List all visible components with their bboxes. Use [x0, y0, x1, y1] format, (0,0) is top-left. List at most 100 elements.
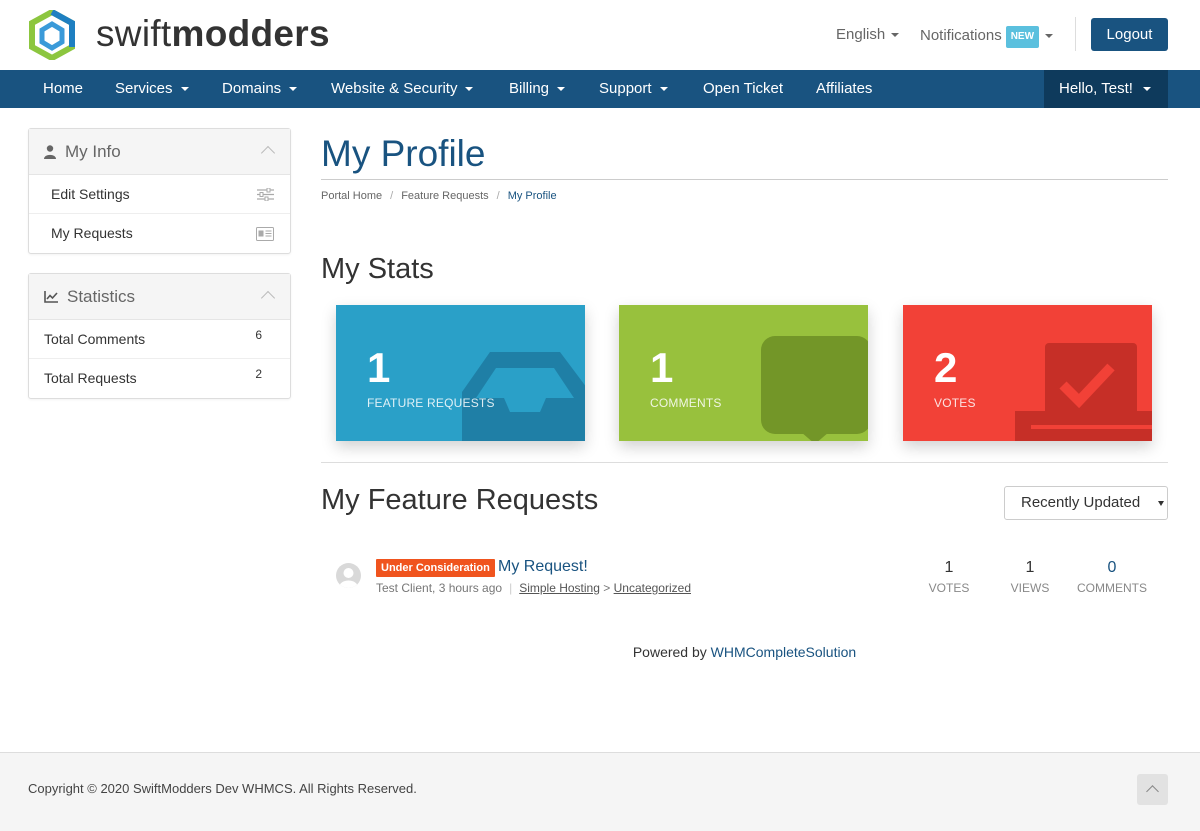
- request-meta: Test Client, 3 hours ago | Simple Hosting …: [376, 581, 691, 595]
- stats-heading: My Stats: [321, 253, 434, 285]
- status-badge: Under Consideration: [376, 559, 495, 577]
- notifications-dropdown[interactable]: Notifications NEW: [920, 26, 1054, 48]
- site-header: swiftmodders English Notifications NEW Lo…: [0, 0, 1200, 70]
- account-greeting: Hello, Test!: [1059, 80, 1133, 97]
- nav-label: Billing: [509, 80, 550, 97]
- votes-count: 1: [944, 559, 954, 576]
- breadcrumb-current: My Profile: [507, 190, 557, 202]
- id-card-icon: [256, 227, 274, 241]
- stat-label: FEATURE REQUESTS: [367, 396, 495, 410]
- chevron-up-icon: [1146, 785, 1159, 798]
- views-metric: 1 VIEWS: [990, 559, 1070, 596]
- chevron-up-icon[interactable]: [260, 145, 276, 161]
- nav-label: Home: [43, 80, 84, 97]
- brand-bold: modders: [171, 13, 330, 54]
- category-parent-link[interactable]: Simple Hosting: [519, 581, 600, 595]
- views-count: 1: [1025, 559, 1035, 576]
- sidebar-item-my-requests[interactable]: My Requests: [29, 214, 290, 253]
- breadcrumb-portal-home[interactable]: Portal Home: [321, 190, 382, 202]
- back-to-top-button[interactable]: [1137, 774, 1168, 805]
- panel-title: Statistics: [67, 287, 136, 306]
- votes-label: VOTES: [928, 581, 970, 595]
- stat-card-feature-requests[interactable]: 1 FEATURE REQUESTS: [336, 305, 585, 441]
- site-footer: Copyright © 2020 SwiftModders Dev WHMCS.…: [0, 752, 1200, 831]
- whmcs-link[interactable]: WHMCompleteSolution: [711, 644, 857, 660]
- nav-services[interactable]: Services: [115, 70, 189, 108]
- account-menu[interactable]: Hello, Test!: [1044, 70, 1168, 108]
- vote-check-icon: [1015, 343, 1152, 441]
- my-info-panel: My Info Edit Settings My Requests: [28, 128, 291, 254]
- title-divider: [321, 179, 1168, 180]
- caret-down-icon: [659, 87, 668, 92]
- nav-domains[interactable]: Domains: [222, 70, 298, 108]
- nav-affiliates[interactable]: Affiliates: [816, 70, 872, 108]
- votes-metric: 1 VOTES: [909, 559, 989, 596]
- select-caret-icon: [1158, 501, 1164, 506]
- sidebar-item-edit-settings[interactable]: Edit Settings: [29, 175, 290, 214]
- nav-support[interactable]: Support: [599, 70, 668, 108]
- language-label: English: [836, 26, 886, 43]
- stat-value: 2: [934, 344, 958, 391]
- sliders-icon: [257, 188, 274, 201]
- page-title: My Profile: [321, 133, 486, 174]
- nav-label: Services: [115, 80, 173, 97]
- statistics-panel: Statistics Total Comments 6 Total Reques…: [28, 273, 291, 399]
- chevron-up-icon[interactable]: [260, 290, 276, 306]
- stat-label: Total Comments: [44, 331, 146, 347]
- new-badge: NEW: [1005, 26, 1040, 48]
- breadcrumb-feature-requests[interactable]: Feature Requests: [401, 190, 488, 202]
- stat-total-requests: Total Requests 2: [29, 359, 290, 398]
- stat-value: 1: [367, 344, 391, 391]
- swiftmodders-logo[interactable]: [28, 10, 76, 60]
- logout-button[interactable]: Logout: [1091, 18, 1168, 51]
- nav-label: Website & Security: [331, 80, 458, 97]
- comments-label: COMMENTS: [1077, 581, 1147, 595]
- stat-label: COMMENTS: [650, 396, 722, 410]
- comment-icon: [761, 336, 868, 441]
- caret-down-icon: [289, 87, 298, 92]
- stat-label: Total Requests: [44, 370, 137, 386]
- section-divider: [321, 462, 1168, 463]
- stat-card-comments[interactable]: 1 COMMENTS: [619, 305, 868, 441]
- copyright-text: Copyright © 2020 SwiftModders Dev WHMCS.…: [28, 781, 417, 796]
- stat-count: 6: [255, 328, 262, 342]
- language-dropdown[interactable]: English: [836, 26, 900, 44]
- nav-home[interactable]: Home: [43, 70, 83, 108]
- powered-by: Powered by WHMCompleteSolution: [0, 643, 1200, 661]
- nav-label: Support: [599, 80, 652, 97]
- request-title-link[interactable]: My Request!: [498, 557, 588, 577]
- stat-total-comments: Total Comments 6: [29, 320, 290, 359]
- my-info-header[interactable]: My Info: [29, 129, 290, 175]
- request-author-time: Test Client, 3 hours ago: [376, 581, 503, 595]
- header-divider: [1075, 17, 1076, 51]
- sort-select[interactable]: Recently Updated: [1004, 486, 1168, 520]
- views-label: VIEWS: [1010, 581, 1050, 595]
- nav-label: Open Ticket: [703, 80, 784, 97]
- category-child-link[interactable]: Uncategorized: [614, 581, 691, 595]
- caret-down-icon: [1045, 34, 1054, 39]
- sidebar-item-label: Edit Settings: [51, 186, 130, 202]
- notifications-label: Notifications: [920, 27, 1002, 44]
- stat-count: 2: [255, 367, 262, 381]
- line-chart-icon: [44, 291, 58, 303]
- statistics-header[interactable]: Statistics: [29, 274, 290, 320]
- nav-website-security[interactable]: Website & Security: [331, 70, 474, 108]
- breadcrumb: Portal Home / Feature Requests / My Profile: [321, 190, 557, 202]
- nav-open-ticket[interactable]: Open Ticket: [703, 70, 783, 108]
- stat-label: VOTES: [934, 396, 976, 410]
- nav-label: Domains: [222, 80, 282, 97]
- avatar: [336, 563, 361, 588]
- caret-down-icon: [557, 87, 566, 92]
- user-avatar-icon: [339, 568, 358, 588]
- comments-metric[interactable]: 0 COMMENTS: [1072, 559, 1152, 596]
- caret-down-icon: [891, 33, 900, 38]
- sort-selected-value: Recently Updated: [1021, 494, 1141, 511]
- feature-requests-heading: My Feature Requests: [321, 484, 599, 516]
- stat-value: 1: [650, 344, 674, 391]
- sidebar-item-label: My Requests: [51, 225, 133, 241]
- main-nav: Home Services Domains Website & Security…: [0, 70, 1200, 108]
- brand-name[interactable]: swiftmodders: [96, 14, 330, 54]
- caret-down-icon: [1142, 87, 1151, 92]
- nav-billing[interactable]: Billing: [509, 70, 566, 108]
- stat-card-votes[interactable]: 2 VOTES: [903, 305, 1152, 441]
